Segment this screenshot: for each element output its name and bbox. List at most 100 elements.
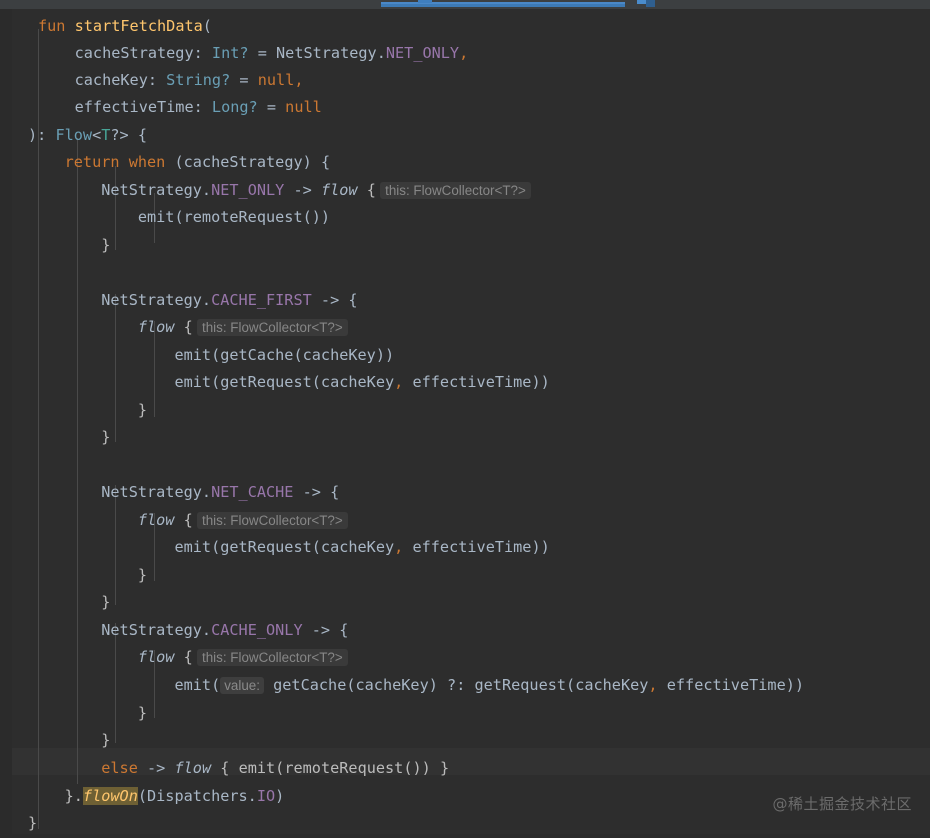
code-line-2[interactable]: cacheStrategy: Int? = NetStrategy.NET_ON… [0, 40, 469, 67]
code-line-24[interactable]: flow { this: FlowCollector<T?> [0, 644, 348, 671]
code-line-27[interactable]: } [0, 727, 110, 754]
token-dispatchers-io: IO [256, 787, 276, 805]
token-brace-open-19: { [174, 511, 193, 529]
token-keyword-null-1: null [257, 71, 295, 89]
token-indent-6 [28, 153, 65, 171]
inlay-hint-flowcollector-3[interactable]: this: FlowCollector<T?> [197, 512, 348, 529]
code-line-8[interactable]: emit(remoteRequest()) [0, 204, 330, 231]
editor-gutter[interactable] [0, 9, 12, 838]
code-line-28[interactable]: else -> flow { emit(remoteRequest()) } [0, 755, 449, 782]
code-line-9[interactable]: } [0, 232, 110, 259]
token-keyword-null-2: null [285, 98, 322, 116]
token-brace-close-21: } [28, 566, 147, 584]
token-angle-open: < [92, 126, 102, 144]
code-line-21[interactable]: } [0, 562, 147, 589]
code-line-11[interactable]: NetStrategy.CACHE_FIRST -> { [0, 287, 358, 314]
code-line-12[interactable]: flow { this: FlowCollector<T?> [0, 314, 348, 341]
token-comma-25: , [648, 676, 658, 694]
token-when-subject: (cacheStrategy) { [165, 153, 331, 171]
token-flowon-highlighted[interactable]: flowOn [82, 787, 138, 805]
token-brace-open-7: { [357, 181, 376, 199]
token-keyword-when: when [128, 153, 166, 171]
token-emit-getrequest-2a: emit(getRequest(cacheKey [28, 538, 395, 556]
token-emit-getrequest-1b: effectiveTime)) [403, 373, 550, 391]
code-line-16[interactable]: } [0, 424, 110, 451]
editor-bottom-edge [0, 834, 930, 838]
token-brace-close-16: } [28, 428, 111, 446]
code-line-25[interactable]: emit(value: getCache(cacheKey) ?: getReq… [0, 672, 804, 699]
token-brace-close-22: } [28, 593, 111, 611]
token-flow-builder-5: flow [174, 759, 212, 777]
token-elvis-expr-b: effectiveTime)) [657, 676, 805, 694]
code-line-5[interactable]: ): Flow<T?> { [0, 122, 147, 149]
token-netstrategy-23: NetStrategy. [28, 621, 212, 639]
code-line-3[interactable]: cacheKey: String? = null, [0, 67, 304, 94]
code-line-19[interactable]: flow { this: FlowCollector<T?> [0, 507, 348, 534]
code-line-23[interactable]: NetStrategy.CACHE_ONLY -> { [0, 617, 348, 644]
token-indent-24 [28, 648, 138, 666]
token-keyword-return: return [64, 153, 120, 171]
token-param-cachekey: cacheKey: [38, 71, 167, 89]
token-assign-netstrategy: = NetStrategy. [248, 44, 386, 62]
token-dispatchers-29: (Dispatchers. [137, 787, 257, 805]
token-netstrategy-7: NetStrategy. [28, 181, 212, 199]
token-flow-builder-1: flow [320, 181, 358, 199]
token-brace-close-9: } [28, 236, 111, 254]
token-paren-close-29: ) [275, 787, 285, 805]
token-indent-28 [28, 759, 101, 777]
inlay-hint-flowcollector-1[interactable]: this: FlowCollector<T?> [380, 182, 531, 199]
token-emit-getcache-1: emit(getCache(cacheKey)) [28, 346, 395, 364]
token-function-name: startFetchData [74, 17, 203, 35]
token-brace-close-30: } [28, 814, 38, 832]
token-const-net-cache: NET_CACHE [211, 483, 294, 501]
token-arrow-18: -> { [293, 483, 340, 501]
token-arrow-23: -> { [302, 621, 349, 639]
token-param-effectivetime: effectiveTime: [38, 98, 212, 116]
inlay-hint-flowcollector-2[interactable]: this: FlowCollector<T?> [197, 319, 348, 336]
watermark-text: @稀土掘金技术社区 [772, 795, 912, 813]
code-line-20[interactable]: emit(getRequest(cacheKey, effectiveTime)… [0, 534, 550, 561]
token-indent-19 [28, 511, 138, 529]
token-comma-2: , [294, 71, 304, 89]
token-flow-builder-4: flow [137, 648, 175, 666]
code-line-29[interactable]: }.flowOn(Dispatchers.IO) [0, 783, 284, 810]
scrollbar-mark-left[interactable] [418, 0, 432, 3]
token-emit-remote-1: emit(remoteRequest()) [28, 208, 331, 226]
inlay-hint-value-param[interactable]: value: [220, 677, 264, 694]
code-line-1[interactable]: fun startFetchData( [38, 13, 212, 40]
code-line-18[interactable]: NetStrategy.NET_CACHE -> { [0, 479, 339, 506]
token-arrow-28: -> [137, 759, 175, 777]
token-type-string: String? [166, 71, 231, 89]
code-line-4[interactable]: effectiveTime: Long? = null [0, 94, 322, 121]
token-brace-open-24: { [174, 648, 193, 666]
token-emit-getrequest-1a: emit(getRequest(cacheKey [28, 373, 395, 391]
token-brace-close-26: } [28, 704, 147, 722]
token-paren-open-1: ( [202, 17, 212, 35]
token-comma-1: , [459, 44, 469, 62]
token-indent-12 [28, 318, 138, 336]
token-keyword-else: else [101, 759, 138, 777]
token-arrow-7: -> [284, 181, 321, 199]
code-surface[interactable]: fun startFetchData( cacheStrategy: Int? … [0, 9, 930, 838]
token-netstrategy-11: NetStrategy. [28, 291, 212, 309]
scrollbar-thumb[interactable] [646, 0, 655, 7]
code-line-6[interactable]: return when (cacheStrategy) { [0, 149, 330, 176]
token-assign-3: = [230, 71, 258, 89]
token-return-colon: ): [28, 126, 56, 144]
token-type-flow: Flow [55, 126, 93, 144]
code-line-14[interactable]: emit(getRequest(cacheKey, effectiveTime)… [0, 369, 550, 396]
code-line-15[interactable]: } [0, 397, 147, 424]
code-line-13[interactable]: emit(getCache(cacheKey)) [0, 342, 394, 369]
token-elvis-expr-a: getCache(cacheKey) ?: getRequest(cacheKe… [263, 676, 649, 694]
code-line-7[interactable]: NetStrategy.NET_ONLY -> flow { this: Flo… [0, 177, 531, 204]
token-keyword-fun: fun [38, 17, 66, 35]
token-type-long: Long? [211, 98, 258, 116]
token-flow-builder-2: flow [137, 318, 175, 336]
code-line-22[interactable]: } [0, 589, 110, 616]
token-type-int: Int? [211, 44, 249, 62]
token-close-dot-29: }. [28, 787, 83, 805]
token-const-net-only-2: NET_ONLY [211, 181, 285, 199]
code-line-26[interactable]: } [0, 700, 147, 727]
token-const-cache-first: CACHE_FIRST [211, 291, 312, 309]
inlay-hint-flowcollector-4[interactable]: this: FlowCollector<T?> [197, 649, 348, 666]
